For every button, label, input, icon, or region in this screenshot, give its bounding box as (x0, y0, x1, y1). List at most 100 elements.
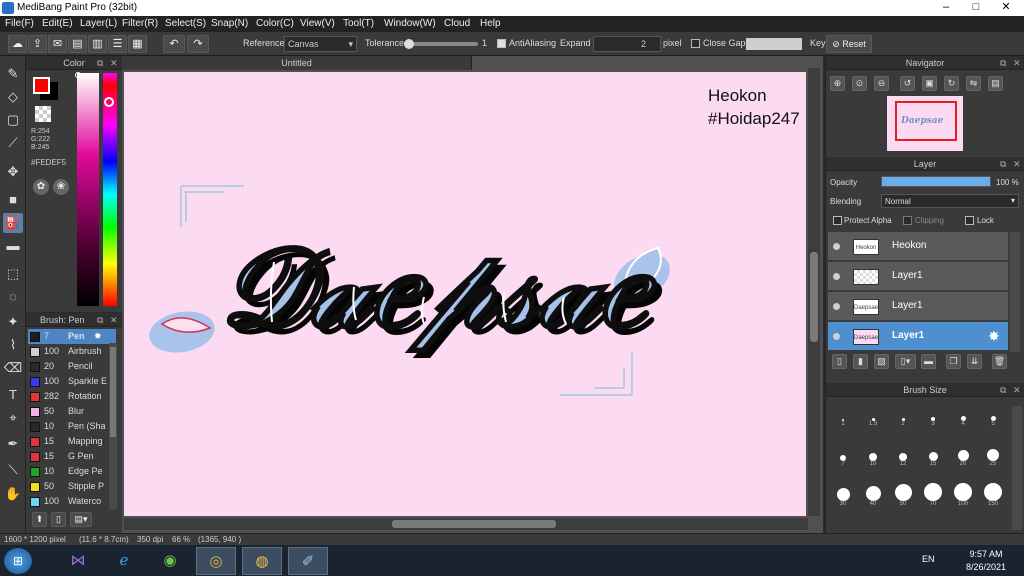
rotate-left-icon[interactable]: ↺ (900, 76, 915, 91)
brush-list-scroll-thumb[interactable] (110, 347, 116, 437)
protect-alpha-checkbox[interactable] (833, 216, 842, 225)
reset-button[interactable]: ⊘ Reset (826, 35, 872, 53)
close-gaps-checkbox[interactable] (691, 39, 700, 48)
expand-spinner[interactable]: 2 (593, 36, 661, 52)
tolerance-slider[interactable] (404, 39, 478, 49)
menu-snap[interactable]: Snap(N) (211, 18, 248, 29)
delete-layer-icon[interactable]: 🗑 (992, 354, 1007, 369)
navigator-preview[interactable]: Daepsae (887, 96, 963, 151)
menu-select[interactable]: Select(S) (165, 18, 206, 29)
brush-size-option[interactable]: 25 (978, 445, 1008, 469)
brush-size-scrollbar[interactable] (1012, 406, 1022, 530)
brush-item[interactable]: 100 Waterco (28, 494, 116, 509)
new-layer-icon[interactable]: ▯ (832, 354, 847, 369)
close-icon[interactable]: ✕ (995, 0, 1017, 16)
brush-item[interactable]: 50 Stipple P (28, 479, 116, 494)
brush-size-option[interactable]: 30 (828, 485, 858, 509)
rotate-right-icon[interactable]: ↻ (944, 76, 959, 91)
chrome-icon[interactable]: ◎ (196, 547, 236, 575)
divide-tool-icon[interactable]: ⟍ (3, 460, 23, 480)
new-brush-icon[interactable]: ▯ (51, 512, 66, 527)
opacity-slider[interactable] (881, 176, 991, 187)
fit-screen-icon[interactable]: ▣ (922, 76, 937, 91)
brush-item[interactable]: 10 Edge Pe (28, 464, 116, 479)
brush-item[interactable]: 100 Airbrush (28, 344, 116, 359)
brush-size-option[interactable]: 7 (828, 445, 858, 469)
close-panel-icon[interactable]: ✕ (1013, 56, 1021, 70)
close-gaps-slider[interactable] (746, 38, 802, 50)
document-icon[interactable]: ▥ (88, 35, 107, 53)
add-brush-icon[interactable]: ⬆ (32, 512, 47, 527)
select-rect-tool-icon[interactable]: ⬚ (3, 264, 23, 284)
language-indicator[interactable]: EN (922, 554, 935, 564)
brush-item[interactable]: 7 Pen ✸ (28, 329, 116, 344)
clipping-checkbox[interactable] (903, 216, 912, 225)
brush-size-option[interactable]: 10 (858, 445, 888, 469)
menu-layer[interactable]: Layer(L) (80, 18, 117, 29)
lasso-tool-icon[interactable]: ◌ (3, 287, 23, 307)
share-icon[interactable]: ⇪ (28, 35, 47, 53)
brush-size-option[interactable]: 1 (828, 405, 858, 429)
navigator-menu-icon[interactable]: ▤ (988, 76, 1003, 91)
brush-item[interactable]: 15 Mapping (28, 434, 116, 449)
saturation-brightness-picker[interactable] (75, 72, 99, 306)
menu-tool[interactable]: Tool(T) (343, 18, 374, 29)
drawing-canvas[interactable]: 𝒟𝒶𝑒𝓅𝓈𝒶𝑒 𝒟𝒶𝑒𝓅𝓈𝒶𝑒 Heokon #Hoidap247 (124, 72, 806, 516)
undo-icon[interactable]: ↶ (163, 35, 185, 53)
minimize-icon[interactable]: – (935, 0, 957, 16)
antialiasing-checkbox[interactable] (497, 39, 506, 48)
menu-color[interactable]: Color(C) (256, 18, 294, 29)
brush-item[interactable]: 20 Pencil (28, 359, 116, 374)
reference-select[interactable]: Canvas ▾ (284, 36, 357, 52)
primary-color-swatch[interactable] (33, 77, 50, 94)
brush-item[interactable]: 100 Sparkle E (28, 374, 116, 389)
layer-row[interactable]: Daepsae Layer1 ✸ (828, 322, 1008, 351)
select-pen-tool-icon[interactable]: ⌇ (3, 335, 23, 355)
brush-size-option[interactable]: 40 (858, 485, 888, 509)
close-panel-icon[interactable]: ✕ (1013, 157, 1021, 171)
picker-handle[interactable] (75, 72, 81, 78)
zoom-fit-icon[interactable]: ⊙ (852, 76, 867, 91)
menu-view[interactable]: View(V) (300, 18, 335, 29)
merge-layer-icon[interactable]: ⇊ (967, 354, 982, 369)
popout-icon[interactable]: ⧉ (1000, 383, 1006, 397)
hue-handle[interactable] (104, 97, 114, 107)
new-halftone-layer-icon[interactable]: ▨ (874, 354, 889, 369)
clock[interactable]: 9:57 AM 8/26/2021 (960, 548, 1012, 574)
app-icon-green[interactable]: ◉ (150, 547, 190, 575)
operation-tool-icon[interactable]: ⌖ (3, 408, 23, 428)
brush-size-option[interactable]: 150 (978, 483, 1008, 509)
brush-item[interactable]: 50 Blur (28, 404, 116, 419)
menu-file[interactable]: File(F) (5, 18, 34, 29)
brush-size-option[interactable]: 12 (888, 445, 918, 469)
eye-icon[interactable] (833, 303, 840, 310)
document-tab[interactable]: Untitled (122, 56, 472, 70)
blending-select[interactable]: Normal ▾ (881, 194, 1019, 208)
close-panel-icon[interactable]: ✕ (1013, 383, 1021, 397)
popout-icon[interactable]: ⧉ (1000, 56, 1006, 70)
eye-icon[interactable] (833, 243, 840, 250)
brush-size-option[interactable]: 50 (888, 484, 918, 509)
move-tool-icon[interactable]: ✥ (3, 162, 23, 182)
gear-icon[interactable]: ✸ (94, 329, 102, 344)
brush-item[interactable]: 10 Pen (Sha (28, 419, 116, 434)
line-tool-icon[interactable]: ⟋ (3, 133, 23, 153)
popout-icon[interactable]: ⧉ (97, 56, 103, 70)
eye-icon[interactable] (833, 333, 840, 340)
eyedropper-tool-icon[interactable]: ✒ (3, 434, 23, 454)
popout-icon[interactable]: ⧉ (97, 313, 103, 327)
text-tool-icon[interactable]: T (3, 385, 23, 405)
gradient-tool-icon[interactable]: ▬ (3, 236, 23, 256)
redo-icon[interactable]: ↷ (187, 35, 209, 53)
comment-icon[interactable]: ✉ (48, 35, 67, 53)
layer-row[interactable]: Layer1 (828, 262, 1008, 291)
chat-icon[interactable]: ▤ (68, 35, 87, 53)
brush-size-option[interactable]: 5 (978, 405, 1008, 429)
brush-tool-icon[interactable]: ✎ (3, 64, 23, 84)
brush-size-option[interactable]: 4 (948, 405, 978, 429)
start-button[interactable]: ⊞ (4, 548, 32, 574)
zoom-in-icon[interactable]: ⊕ (830, 76, 845, 91)
close-panel-icon[interactable]: ✕ (110, 56, 118, 70)
magic-wand-tool-icon[interactable]: ✦ (3, 312, 23, 332)
select-eraser-tool-icon[interactable]: ⌫ (3, 358, 23, 378)
